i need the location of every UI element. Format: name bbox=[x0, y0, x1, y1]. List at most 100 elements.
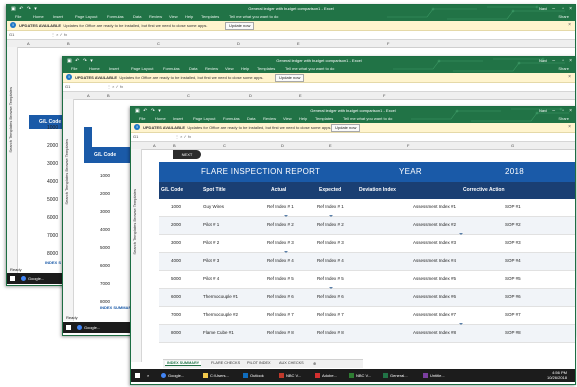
cell-corrective[interactable]: SOP #3 bbox=[505, 240, 521, 245]
cell-actual[interactable]: Ref Index # 5 bbox=[267, 276, 294, 281]
tab-formulas[interactable]: Formulas bbox=[107, 14, 124, 19]
cell-actual[interactable]: Ref Index # 6 bbox=[267, 294, 294, 299]
system-clock[interactable]: 4:56 PM 10/26/2018 bbox=[547, 370, 567, 380]
tab-page-layout[interactable]: Page Layout bbox=[131, 66, 153, 71]
cell-spot[interactable]: Guy Wires bbox=[203, 204, 224, 209]
notice-close-icon[interactable]: × bbox=[568, 22, 571, 28]
tab-review[interactable]: Review bbox=[149, 14, 162, 19]
tab-home[interactable]: Home bbox=[89, 66, 100, 71]
cell-spot[interactable]: Thermocouple #1 bbox=[203, 294, 238, 299]
taskbar-item[interactable]: NBC V... bbox=[279, 369, 301, 382]
taskbar-item[interactable]: C:\Users... bbox=[203, 369, 229, 382]
column-b[interactable]: B bbox=[173, 143, 176, 148]
tab-data[interactable]: Data bbox=[189, 66, 197, 71]
next-button[interactable]: NEXT bbox=[173, 150, 201, 159]
column-e[interactable]: E bbox=[297, 41, 300, 46]
cell-corrective[interactable]: SOP #7 bbox=[505, 312, 521, 317]
cell-corrective[interactable]: SOP #8 bbox=[505, 330, 521, 335]
column-c[interactable]: C bbox=[223, 143, 226, 148]
cell-deviation[interactable]: Assessment Index #8 bbox=[413, 330, 456, 335]
close-icon[interactable]: × bbox=[569, 57, 572, 65]
cell-expected[interactable]: Ref Index # 8 bbox=[317, 330, 344, 335]
table-row[interactable]: 3000 Pilot # 2 Ref Index # 3 Ref Index #… bbox=[159, 235, 575, 253]
taskbar-start-icon[interactable] bbox=[10, 273, 17, 284]
tab-help[interactable]: Help bbox=[185, 14, 193, 19]
tab-insert[interactable]: Insert bbox=[53, 14, 63, 19]
tab-review[interactable]: Review bbox=[205, 66, 218, 71]
cell-corrective[interactable]: SOP #2 bbox=[505, 222, 521, 227]
cell-actual[interactable]: Ref Index # 2 bbox=[267, 222, 294, 227]
comment-indicator-icon[interactable] bbox=[329, 287, 333, 289]
cell-code[interactable]: 2000 bbox=[171, 222, 181, 227]
tab-data[interactable]: Data bbox=[247, 116, 255, 121]
column-f[interactable]: F bbox=[407, 143, 409, 148]
sheet-tab-flare-checks[interactable]: FLARE CHECKS bbox=[209, 361, 242, 365]
column-a[interactable]: A bbox=[87, 93, 90, 98]
column-a[interactable]: A bbox=[27, 41, 30, 46]
column-c[interactable]: C bbox=[187, 93, 190, 98]
cell-code[interactable]: 6000 bbox=[171, 294, 181, 299]
comment-indicator-icon[interactable] bbox=[459, 323, 463, 325]
cell-code[interactable]: 3000 bbox=[171, 240, 181, 245]
templates-side-pane[interactable]: Search Templates Browse Templates bbox=[131, 149, 142, 362]
taskbar-item[interactable]: Untitle... bbox=[423, 369, 445, 382]
cell-deviation[interactable]: Assessment Index #4 bbox=[413, 258, 456, 263]
cell-expected[interactable]: Ref Index # 3 bbox=[317, 240, 344, 245]
column-g[interactable]: G bbox=[511, 143, 514, 148]
tell-me-search[interactable]: Tell me what you want to do bbox=[343, 116, 392, 121]
update-now-button[interactable]: Update now bbox=[275, 74, 305, 82]
taskbar-item[interactable]: General... bbox=[383, 369, 408, 382]
tab-formulas[interactable]: Formulas bbox=[163, 66, 180, 71]
add-sheet-icon[interactable]: ⊕ bbox=[311, 361, 318, 366]
cell-code[interactable]: 4000 bbox=[171, 258, 181, 263]
cell-expected[interactable]: Ref Index # 2 bbox=[317, 222, 344, 227]
column-d[interactable]: D bbox=[281, 143, 284, 148]
cell-spot[interactable]: Flame Cube #1 bbox=[203, 330, 234, 335]
taskbar-item[interactable]: Adobe... bbox=[315, 369, 337, 382]
column-e[interactable]: E bbox=[299, 93, 302, 98]
taskbar-item[interactable]: Google... bbox=[161, 369, 184, 382]
close-icon[interactable]: × bbox=[569, 5, 572, 13]
cell-actual[interactable]: Ref Index # 1 bbox=[267, 204, 294, 209]
tab-templates[interactable]: Templates bbox=[315, 116, 333, 121]
formula-icons[interactable]: ⋮ × ✓ fx bbox=[51, 32, 67, 37]
tab-templates[interactable]: Templates bbox=[201, 14, 219, 19]
sheet-tab-index-summary[interactable]: INDEX S bbox=[45, 260, 61, 265]
cell-deviation[interactable]: Assessment Index #7 bbox=[413, 312, 456, 317]
comment-indicator-icon[interactable] bbox=[329, 215, 333, 217]
cell-spot[interactable]: Thermocouple #2 bbox=[203, 312, 238, 317]
taskbar-start-icon[interactable] bbox=[66, 322, 73, 333]
cell-code[interactable]: 8000 bbox=[171, 330, 181, 335]
tab-formulas[interactable]: Formulas bbox=[223, 116, 240, 121]
comment-indicator-icon[interactable] bbox=[284, 251, 288, 253]
cell-deviation[interactable]: Assessment Index #2 bbox=[413, 222, 456, 227]
sheet-tab-aux-checks[interactable]: AUX CHECKS bbox=[277, 361, 306, 365]
cell-expected[interactable]: Ref Index # 1 bbox=[317, 204, 344, 209]
cell-deviation[interactable]: Assessment Index #6 bbox=[413, 294, 456, 299]
name-box[interactable]: G1 bbox=[65, 84, 70, 89]
update-now-button[interactable]: Update now bbox=[331, 124, 361, 132]
taskbar-search-icon[interactable]: ⌕ bbox=[147, 369, 149, 382]
column-b[interactable]: B bbox=[67, 41, 70, 46]
cell-corrective[interactable]: SOP #4 bbox=[505, 258, 521, 263]
table-row[interactable]: 8000 Flame Cube #1 Ref Index # 8 Ref Ind… bbox=[159, 325, 575, 343]
name-box[interactable]: G1 bbox=[9, 32, 14, 37]
tab-help[interactable]: Help bbox=[241, 66, 249, 71]
column-b[interactable]: B bbox=[107, 93, 110, 98]
column-e[interactable]: E bbox=[329, 143, 332, 148]
column-f[interactable]: F bbox=[383, 93, 385, 98]
tab-view[interactable]: View bbox=[225, 66, 234, 71]
table-row[interactable]: 7000 Thermocouple #2 Ref Index # 7 Ref I… bbox=[159, 307, 575, 325]
taskbar-item[interactable]: NBC V... bbox=[349, 369, 371, 382]
cell-actual[interactable]: Ref Index # 4 bbox=[267, 258, 294, 263]
cell-expected[interactable]: Ref Index # 6 bbox=[317, 294, 344, 299]
taskbar-start-icon[interactable] bbox=[135, 369, 142, 382]
cell-expected[interactable]: Ref Index # 4 bbox=[317, 258, 344, 263]
column-f[interactable]: F bbox=[387, 41, 389, 46]
cell-expected[interactable]: Ref Index # 5 bbox=[317, 276, 344, 281]
column-d[interactable]: D bbox=[249, 93, 252, 98]
tab-view[interactable]: View bbox=[283, 116, 292, 121]
cell-actual[interactable]: Ref Index # 7 bbox=[267, 312, 294, 317]
taskbar-item-chrome[interactable]: Google... bbox=[21, 273, 44, 284]
cell-code[interactable]: 7000 bbox=[171, 312, 181, 317]
